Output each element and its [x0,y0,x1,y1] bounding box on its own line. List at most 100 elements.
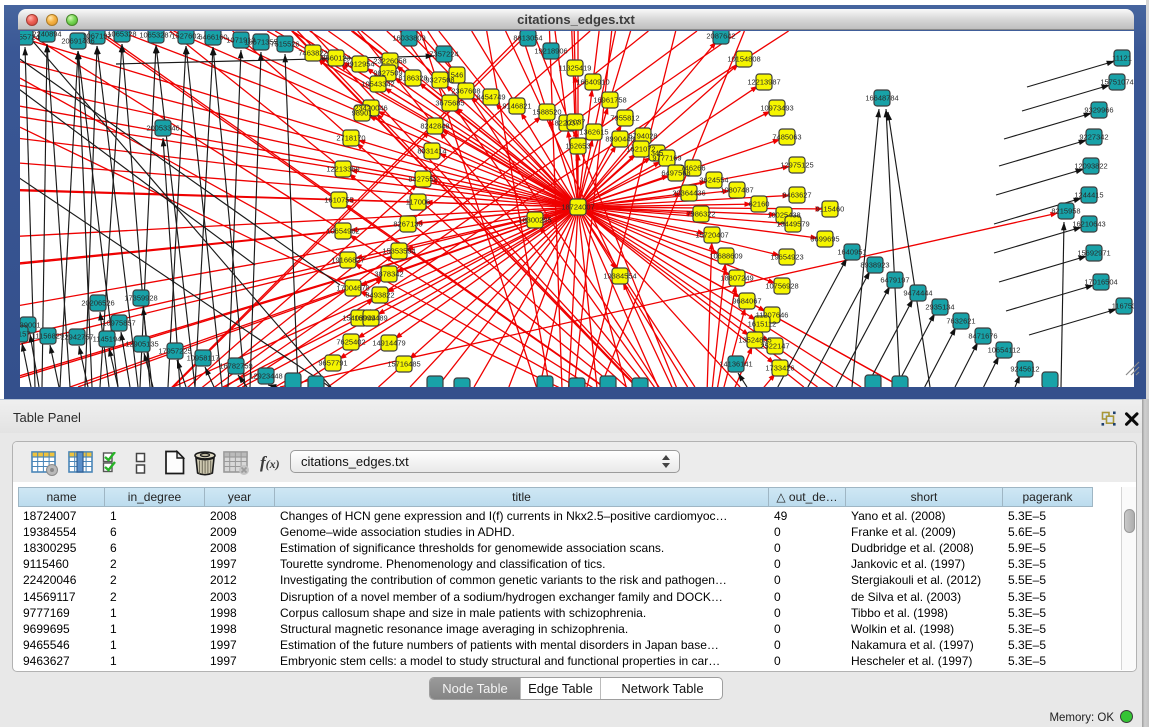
svg-text:1065328: 1065328 [107,31,136,39]
svg-text:1588520: 1588520 [532,108,561,117]
svg-text:7632621: 7632621 [946,317,975,326]
svg-text:1615112: 1615112 [748,320,777,329]
svg-text:10756928: 10756928 [765,282,798,291]
svg-text:10653287: 10653287 [139,31,172,40]
svg-text:1362615: 1362615 [579,128,608,137]
svg-text:16210643: 16210643 [1072,220,1105,229]
svg-text:2718170: 2718170 [336,134,365,143]
svg-text:23226058: 23226058 [373,57,406,66]
svg-text:19384554: 19384554 [603,272,636,281]
svg-text:10958117: 10958117 [187,354,220,363]
svg-text:162653: 162653 [565,142,590,151]
svg-text:12942757: 12942757 [60,333,93,342]
svg-text:19166827: 19166827 [331,256,364,265]
svg-text:3878342: 3878342 [374,270,403,279]
svg-text:20364436: 20364436 [672,189,705,198]
svg-text:17359928: 17359928 [124,294,157,303]
svg-text:8471676: 8471676 [968,332,997,341]
svg-text:546: 546 [451,71,464,80]
svg-text:20053346: 20053346 [146,124,179,133]
svg-text:9146821: 9146821 [502,102,531,111]
svg-text:6466160: 6466160 [198,33,227,42]
svg-text:12213369: 12213369 [326,165,359,174]
svg-text:19218906: 19218906 [534,47,567,56]
svg-text:9699695: 9699695 [810,235,839,244]
svg-text:9474444: 9474444 [903,289,932,298]
svg-text:8242848: 8242848 [420,122,449,131]
svg-text:7357224: 7357224 [429,50,458,59]
svg-text:9777169: 9777169 [652,154,681,163]
svg-text:9227342: 9227342 [1079,133,1108,142]
svg-text:10025438: 10025438 [767,211,800,220]
svg-text:9684067: 9684067 [732,297,761,306]
svg-text:17016504: 17016504 [1084,278,1117,287]
svg-text:7625402: 7625402 [336,338,365,347]
svg-text:8938923: 8938923 [860,261,889,270]
svg-text:2087642: 2087642 [706,32,735,41]
svg-text:15353594: 15353594 [382,247,415,256]
svg-text:11121: 11121 [1112,54,1132,63]
svg-text:7485063: 7485063 [772,133,801,142]
svg-text:7986322: 7986322 [686,210,715,219]
svg-text:18300295: 18300295 [518,216,551,225]
svg-text:62160: 62160 [749,200,770,209]
svg-text:7515526: 7515526 [270,40,299,49]
svg-text:1244415: 1244415 [1074,191,1103,200]
svg-text:10973493: 10973493 [760,104,793,113]
svg-text:9657791: 9657791 [318,359,347,368]
svg-text:2522147: 2522147 [760,342,789,351]
svg-text:10654112: 10654112 [988,346,1021,355]
svg-text:10154808: 10154808 [727,55,760,64]
svg-text:15716485: 15716485 [387,360,420,369]
svg-text:11156829: 11156829 [32,332,64,341]
svg-text:20206526: 20206526 [81,299,114,308]
svg-text:6794028: 6794028 [628,132,657,141]
svg-text:746266: 746266 [680,164,705,173]
svg-text:3624554: 3624554 [699,176,728,185]
svg-text:7955812: 7955812 [610,114,639,123]
svg-text:16782759: 16782759 [219,362,252,371]
svg-text:12975125: 12975125 [780,161,813,170]
svg-text:9115460: 9115460 [816,205,845,214]
svg-text:16033809: 16033809 [392,34,425,43]
svg-text:6479197: 6479197 [880,276,909,285]
svg-text:10807487: 10807487 [720,186,753,195]
svg-text:12213987: 12213987 [747,78,780,87]
svg-text:11325419: 11325419 [559,64,592,73]
svg-text:18807249: 18807249 [720,274,753,283]
svg-text:13449579: 13449579 [776,220,809,229]
svg-text:8427552: 8427552 [408,175,437,184]
svg-text:1527602: 1527602 [171,32,200,41]
svg-text:8813054: 8813054 [513,34,542,43]
svg-text:10654982: 10654982 [326,227,359,236]
svg-text:19654923: 19654923 [770,253,803,262]
svg-text:1610755: 1610755 [324,196,353,205]
svg-text:12905135: 12905135 [125,340,158,349]
svg-text:18724007: 18724007 [561,203,594,212]
svg-text:15720407: 15720407 [695,231,728,240]
svg-text:2935134: 2935134 [925,303,954,312]
svg-text:9245612: 9245612 [1010,365,1039,374]
svg-text:16640910: 16640910 [576,78,609,87]
svg-text:12037: 12037 [565,118,586,127]
svg-text:2240894: 2240894 [32,31,61,39]
svg-text:12923448: 12923448 [249,372,282,381]
svg-text:15692971: 15692971 [1077,249,1110,258]
svg-text:10975857: 10975857 [102,319,135,328]
svg-text:339001: 339001 [20,321,41,330]
svg-text:117006: 117006 [406,198,430,207]
svg-text:1145194: 1145194 [93,335,122,344]
svg-text:39157: 39157 [20,330,30,339]
svg-text:14136141: 14136141 [719,360,752,369]
svg-text:14914479: 14914479 [372,339,405,348]
svg-text:10543342: 10543342 [361,80,394,89]
svg-text:11207646: 11207646 [756,311,789,320]
svg-text:8186328: 8186328 [398,74,427,83]
svg-text:12093822: 12093822 [1074,162,1107,171]
svg-text:98901: 98901 [352,109,373,118]
svg-text:116753: 116753 [1112,302,1134,311]
svg-text:16099489: 16099489 [354,314,387,323]
svg-text:8215958: 8215958 [1051,207,1080,216]
svg-text:8493822: 8493822 [365,291,394,300]
svg-text:16961758: 16961758 [593,96,626,105]
